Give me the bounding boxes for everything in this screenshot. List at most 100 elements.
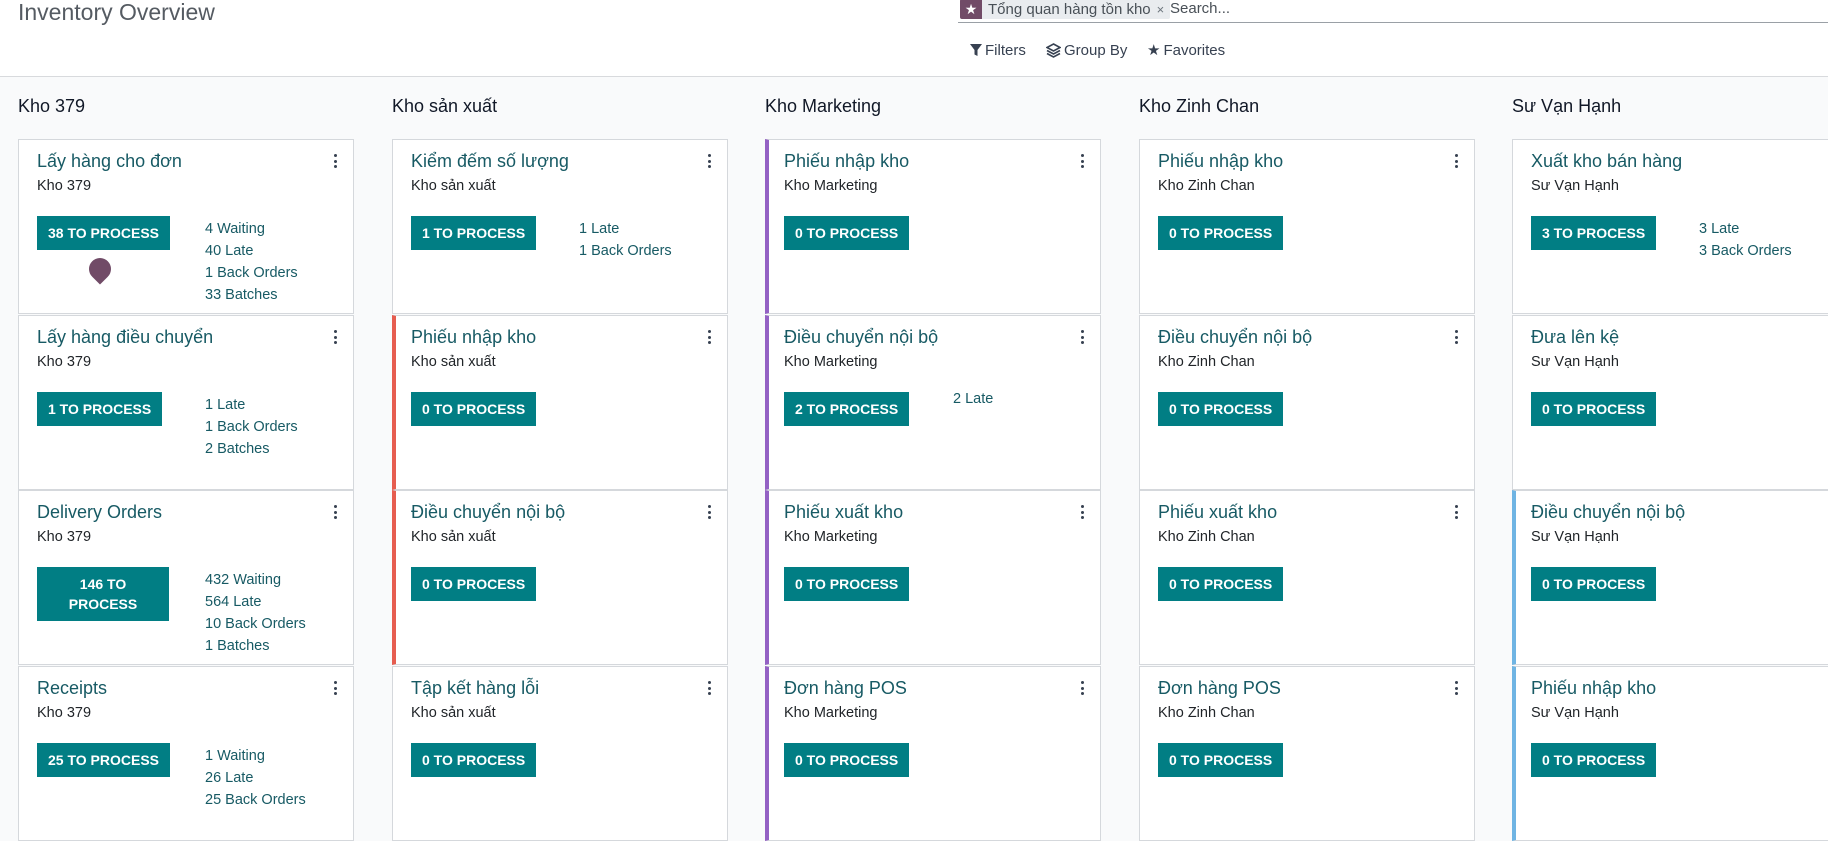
stat-link[interactable]: 1 Late — [579, 218, 672, 240]
operation-card[interactable]: Phiếu xuất kho Kho Marketing 0 TO PROCES… — [765, 490, 1101, 665]
kebab-menu-icon[interactable] — [1078, 679, 1086, 697]
operation-card[interactable]: Điều chuyển nội bộ Kho sản xuất 0 TO PRO… — [392, 490, 728, 665]
card-title[interactable]: Phiếu nhập kho — [1158, 151, 1283, 172]
card-title[interactable]: Lấy hàng cho đơn — [37, 151, 182, 172]
kebab-menu-icon[interactable] — [1078, 503, 1086, 521]
operation-card[interactable]: Delivery Orders Kho 379 146 TO PROCESS 4… — [18, 490, 354, 665]
to-process-button[interactable]: 0 TO PROCESS — [411, 392, 537, 426]
to-process-button[interactable]: 0 TO PROCESS — [784, 216, 910, 250]
stat-link[interactable]: 3 Back Orders — [1699, 240, 1792, 262]
stat-link[interactable]: 2 Batches — [205, 438, 298, 460]
card-title[interactable]: Đơn hàng POS — [1158, 678, 1281, 699]
to-process-button[interactable]: 0 TO PROCESS — [1158, 392, 1284, 426]
stat-link[interactable]: 25 Back Orders — [205, 789, 306, 811]
to-process-button[interactable]: 25 TO PROCESS — [37, 743, 171, 777]
kebab-menu-icon[interactable] — [1078, 328, 1086, 346]
to-process-button[interactable]: 0 TO PROCESS — [1531, 392, 1657, 426]
kebab-menu-icon[interactable] — [331, 679, 339, 697]
card-title[interactable]: Phiếu nhập kho — [1531, 678, 1656, 699]
operation-card[interactable]: Kiểm đếm số lượng Kho sản xuất 1 TO PROC… — [392, 139, 728, 314]
filters-button[interactable]: Filters — [970, 38, 1026, 62]
to-process-button[interactable]: 3 TO PROCESS — [1531, 216, 1657, 250]
to-process-button[interactable]: 0 TO PROCESS — [411, 743, 537, 777]
operation-card[interactable]: Phiếu xuất kho Kho Zinh Chan 0 TO PROCES… — [1139, 490, 1475, 665]
stat-link[interactable]: 10 Back Orders — [205, 613, 306, 635]
card-title[interactable]: Tập kết hàng lỗi — [411, 678, 539, 699]
card-title[interactable]: Receipts — [37, 678, 107, 699]
card-title[interactable]: Delivery Orders — [37, 502, 162, 523]
kebab-menu-icon[interactable] — [705, 152, 713, 170]
kebab-menu-icon[interactable] — [1078, 152, 1086, 170]
operation-card[interactable]: Xuất kho bán hàng Sư Vạn Hạnh 3 TO PROCE… — [1512, 139, 1828, 314]
card-title[interactable]: Phiếu nhập kho — [411, 327, 536, 348]
operation-card[interactable]: Điều chuyển nội bộ Kho Zinh Chan 0 TO PR… — [1139, 315, 1475, 490]
stat-link[interactable]: 2 Late — [953, 388, 993, 410]
card-title[interactable]: Điều chuyển nội bộ — [1531, 502, 1685, 523]
stat-link[interactable]: 1 Back Orders — [205, 262, 298, 284]
stat-link[interactable]: 40 Late — [205, 240, 298, 262]
facet-close-icon[interactable]: × — [1155, 2, 1171, 17]
to-process-button[interactable]: 38 TO PROCESS — [37, 216, 171, 250]
search-input[interactable] — [1170, 0, 1770, 19]
stat-link[interactable]: 33 Batches — [205, 284, 298, 306]
card-title[interactable]: Đơn hàng POS — [784, 678, 907, 699]
operation-card[interactable]: Tập kết hàng lỗi Kho sản xuất 0 TO PROCE… — [392, 666, 728, 841]
search-facet[interactable]: ★ Tổng quan hàng tồn kho × — [960, 0, 1171, 19]
to-process-button[interactable]: 2 TO PROCESS — [784, 392, 910, 426]
card-title[interactable]: Đưa lên kệ — [1531, 327, 1619, 348]
operation-card[interactable]: Receipts Kho 379 25 TO PROCESS 1 Waiting… — [18, 666, 354, 841]
kebab-menu-icon[interactable] — [331, 503, 339, 521]
operation-card[interactable]: Phiếu nhập kho Kho Marketing 0 TO PROCES… — [765, 139, 1101, 314]
card-title[interactable]: Phiếu xuất kho — [784, 502, 903, 523]
card-title[interactable]: Điều chuyển nội bộ — [784, 327, 938, 348]
kebab-menu-icon[interactable] — [1452, 503, 1460, 521]
stat-link[interactable]: 26 Late — [205, 767, 306, 789]
operation-card[interactable]: Phiếu nhập kho Kho sản xuất 0 TO PROCESS — [392, 315, 728, 490]
operation-card[interactable]: Lấy hàng điều chuyển Kho 379 1 TO PROCES… — [18, 315, 354, 490]
operation-card[interactable]: Điều chuyển nội bộ Kho Marketing 2 TO PR… — [765, 315, 1101, 490]
card-title[interactable]: Lấy hàng điều chuyển — [37, 327, 213, 348]
card-title[interactable]: Phiếu xuất kho — [1158, 502, 1277, 523]
favorites-button[interactable]: ★ Favorites — [1147, 38, 1225, 62]
kebab-menu-icon[interactable] — [1452, 679, 1460, 697]
stat-link[interactable]: 1 Back Orders — [205, 416, 298, 438]
card-title[interactable]: Xuất kho bán hàng — [1531, 151, 1682, 172]
kebab-menu-icon[interactable] — [705, 503, 713, 521]
operation-card[interactable]: Điều chuyển nội bộ Sư Vạn Hạnh 0 TO PROC… — [1512, 490, 1828, 665]
operation-card[interactable]: Đơn hàng POS Kho Marketing 0 TO PROCESS — [765, 666, 1101, 841]
stat-link[interactable]: 1 Batches — [205, 635, 306, 657]
card-title[interactable]: Phiếu nhập kho — [784, 151, 909, 172]
to-process-button[interactable]: 0 TO PROCESS — [1531, 567, 1657, 601]
to-process-button[interactable]: 1 TO PROCESS — [37, 392, 163, 426]
to-process-button[interactable]: 1 TO PROCESS — [411, 216, 537, 250]
kebab-menu-icon[interactable] — [705, 328, 713, 346]
kebab-menu-icon[interactable] — [331, 152, 339, 170]
stat-link[interactable]: 1 Waiting — [205, 745, 306, 767]
group-by-button[interactable]: Group By — [1046, 38, 1127, 62]
card-title[interactable]: Kiểm đếm số lượng — [411, 151, 569, 172]
to-process-button[interactable]: 146 TO PROCESS — [37, 567, 169, 621]
stat-link[interactable]: 1 Late — [205, 394, 298, 416]
stat-link[interactable]: 4 Waiting — [205, 218, 298, 240]
to-process-button[interactable]: 0 TO PROCESS — [1531, 743, 1657, 777]
operation-card[interactable]: Đưa lên kệ Sư Vạn Hạnh 0 TO PROCESS — [1512, 315, 1828, 490]
card-title[interactable]: Điều chuyển nội bộ — [1158, 327, 1312, 348]
operation-card[interactable]: Lấy hàng cho đơn Kho 379 38 TO PROCESS 4… — [18, 139, 354, 314]
operation-card[interactable]: Phiếu nhập kho Sư Vạn Hạnh 0 TO PROCESS — [1512, 666, 1828, 841]
to-process-button[interactable]: 0 TO PROCESS — [784, 567, 910, 601]
to-process-button[interactable]: 0 TO PROCESS — [1158, 216, 1284, 250]
kebab-menu-icon[interactable] — [705, 679, 713, 697]
to-process-button[interactable]: 0 TO PROCESS — [1158, 743, 1284, 777]
stat-link[interactable]: 3 Late — [1699, 218, 1792, 240]
to-process-button[interactable]: 0 TO PROCESS — [784, 743, 910, 777]
to-process-button[interactable]: 0 TO PROCESS — [411, 567, 537, 601]
stat-link[interactable]: 432 Waiting — [205, 569, 306, 591]
stat-link[interactable]: 1 Back Orders — [579, 240, 672, 262]
stat-link[interactable]: 564 Late — [205, 591, 306, 613]
card-title[interactable]: Điều chuyển nội bộ — [411, 502, 565, 523]
kebab-menu-icon[interactable] — [1452, 152, 1460, 170]
operation-card[interactable]: Đơn hàng POS Kho Zinh Chan 0 TO PROCESS — [1139, 666, 1475, 841]
to-process-button[interactable]: 0 TO PROCESS — [1158, 567, 1284, 601]
kebab-menu-icon[interactable] — [1452, 328, 1460, 346]
kebab-menu-icon[interactable] — [331, 328, 339, 346]
